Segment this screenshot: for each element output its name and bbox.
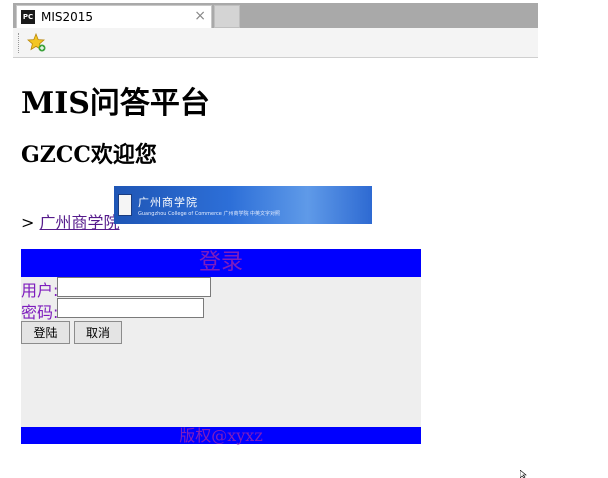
school-link[interactable]: 广州商学院 <box>40 213 120 232</box>
school-emblem-icon <box>118 194 132 216</box>
browser-tab-strip: PC MIS2015 × <box>13 3 538 28</box>
toolbar-grip <box>18 33 21 53</box>
favorites-star-icon[interactable] <box>27 33 47 53</box>
pycharm-logo-icon: PC <box>21 10 35 24</box>
school-link-line: > 广州商学院 <box>21 209 120 233</box>
mouse-cursor-icon <box>520 470 527 478</box>
new-tab-button[interactable] <box>214 5 240 28</box>
tab-title: MIS2015 <box>41 10 94 24</box>
login-form: 用户: 密码: 登陆 取消 <box>21 277 421 427</box>
browser-toolbar <box>13 28 538 58</box>
login-button[interactable]: 登陆 <box>21 321 70 344</box>
cancel-button[interactable]: 取消 <box>74 321 122 344</box>
close-icon[interactable]: × <box>194 8 206 24</box>
login-header: 登录 <box>21 249 421 277</box>
welcome-heading: GZCC欢迎您 <box>21 142 157 168</box>
password-input[interactable] <box>57 298 204 318</box>
page-title: MIS问答平台 <box>21 86 210 121</box>
username-label: 用户: <box>21 281 59 300</box>
link-prefix: > <box>21 213 40 232</box>
password-label: 密码: <box>21 303 59 322</box>
copyright-footer: 版权@xyxz <box>21 427 421 444</box>
banner-subtitle: Guangzhou College of Commerce 广州商学院 中英文字… <box>138 211 281 217</box>
school-banner-image[interactable]: 广州商学院 Guangzhou College of Commerce 广州商学… <box>114 186 372 224</box>
username-input[interactable] <box>57 277 211 297</box>
banner-title: 广州商学院 <box>138 196 198 209</box>
browser-tab[interactable]: PC MIS2015 × <box>16 5 212 28</box>
